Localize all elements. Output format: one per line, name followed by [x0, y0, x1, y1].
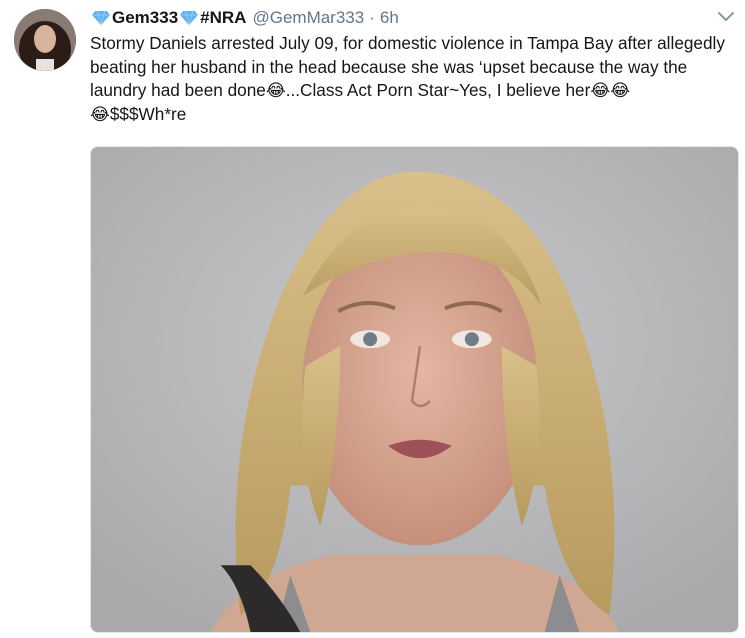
gem-stone-icon — [179, 10, 199, 26]
tweet-header: Gem333 #NRA @GemMar333 · 6h — [90, 6, 399, 30]
separator-dot: · — [369, 8, 375, 27]
chevron-down-icon[interactable] — [717, 10, 735, 24]
tweet-text-part3: $$$Wh*re — [109, 103, 187, 124]
display-name[interactable]: Gem333 #NRA — [90, 8, 246, 28]
avatar[interactable] — [14, 9, 76, 71]
gem-stone-icon — [91, 10, 111, 26]
face-with-tears-of-joy-icon: 😂😂 — [590, 81, 631, 100]
display-name-part1: Gem333 — [112, 8, 179, 27]
face-with-tears-of-joy-icon: 😂 — [90, 104, 110, 124]
display-name-part2: #NRA — [200, 8, 247, 27]
tweet-text: Stormy Daniels arrested July 09, for dom… — [90, 32, 738, 126]
face-with-tears-of-joy-icon: 😂 — [265, 81, 286, 100]
tweet-media-photo[interactable] — [90, 146, 739, 633]
tweet-text-part2: ...Class Act Porn Star~Yes, I believe he… — [285, 80, 591, 100]
timestamp[interactable]: 6h — [380, 8, 399, 28]
user-handle[interactable]: @GemMar333 — [252, 8, 364, 28]
